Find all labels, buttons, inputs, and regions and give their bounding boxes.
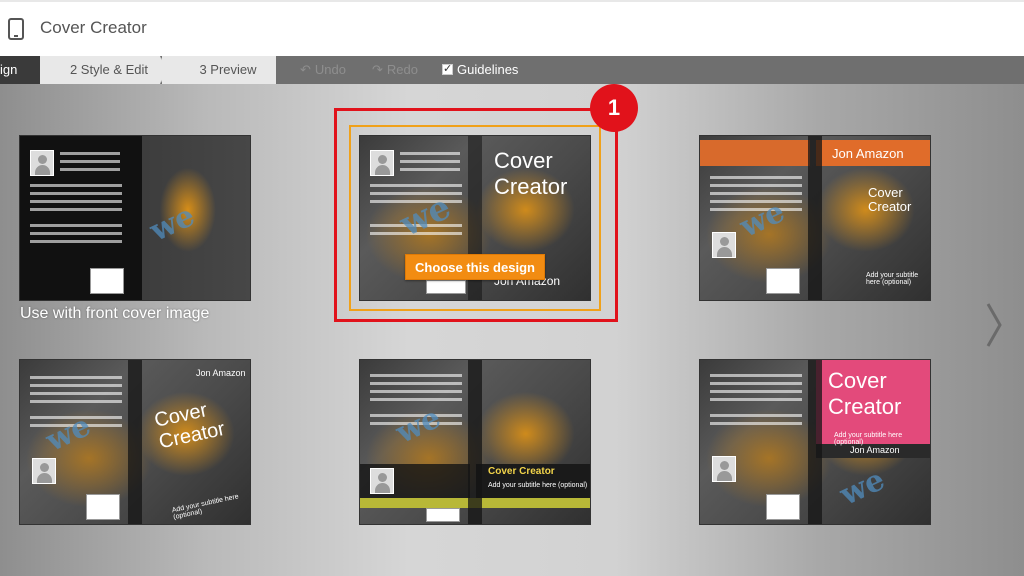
app-header: Cover Creator <box>0 0 1024 56</box>
text-line <box>710 184 802 187</box>
app-title: Cover Creator <box>40 18 147 37</box>
redo-button[interactable]: ↷ Redo <box>372 62 418 78</box>
cover-subtitle: Add your subtitle here (optional) <box>866 272 919 286</box>
text-line <box>710 422 802 425</box>
author-photo <box>30 150 54 176</box>
undo-label: Undo <box>314 62 346 77</box>
book-spine <box>468 360 482 524</box>
author-photo <box>712 232 736 258</box>
author-photo <box>712 456 736 482</box>
cover-title: Cover Creator <box>488 466 555 477</box>
design-thumbnail-3[interactable]: Jon Amazon we Cover Creator Add your sub… <box>699 135 931 301</box>
cover-author: Jon Amazon <box>832 146 904 161</box>
text-line <box>30 208 122 211</box>
book-spine <box>808 360 822 524</box>
cover-title: Cover Creator <box>152 399 227 454</box>
undo-icon: ↶ <box>300 62 311 77</box>
cover-subtitle: Add your subtitle here (optional) <box>171 493 240 522</box>
author-photo <box>370 468 394 494</box>
redo-icon: ↷ <box>372 62 383 77</box>
book-spine <box>128 360 142 524</box>
barcode-box <box>766 268 800 294</box>
barcode-box <box>86 494 120 520</box>
text-line <box>710 414 802 417</box>
text-line <box>30 376 122 379</box>
cover-subtitle: Add your subtitle here (optional) <box>834 432 903 446</box>
text-line <box>60 152 120 155</box>
undo-button[interactable]: ↶ Undo <box>300 62 346 78</box>
text-line <box>370 374 462 377</box>
guidelines-toggle[interactable]: Guidelines <box>442 62 518 77</box>
text-line <box>60 168 120 171</box>
cover-author: Jon Amazon <box>196 368 246 378</box>
text-line <box>30 240 122 243</box>
cover-artwork: we <box>144 198 201 249</box>
step-callout-badge: 1 <box>590 84 638 132</box>
text-line <box>30 400 122 403</box>
cover-title: Cover Creator <box>868 185 912 214</box>
text-line <box>30 192 122 195</box>
design-thumbnail-5[interactable]: we Cover Creator Add your subtitle here … <box>359 359 591 525</box>
design-thumbnail-6[interactable]: we Cover Creator Add your subtitle here … <box>699 359 931 525</box>
text-line <box>710 374 802 377</box>
tablet-icon <box>8 18 24 40</box>
text-line <box>370 390 462 393</box>
cover-author: Jon Amazon <box>850 445 900 455</box>
book-spine <box>128 136 142 300</box>
design-thumbnail-1[interactable]: we <box>19 135 251 301</box>
step-design-tab[interactable]: ign <box>0 56 40 84</box>
cover-title: Cover Creator <box>828 368 902 419</box>
text-line <box>30 392 122 395</box>
redo-label: Redo <box>386 62 418 77</box>
wizard-toolbar: ign 2 Style & Edit 3 Preview ↶ Undo ↷ Redo… <box>0 56 1024 84</box>
text-line <box>710 382 802 385</box>
design-thumbnail-4[interactable]: we Jon Amazon Cover Creator Add your sub… <box>19 359 251 525</box>
text-line <box>710 176 802 179</box>
text-line <box>30 200 122 203</box>
design-gallery: we Use with front cover image we Cover C… <box>0 84 1024 576</box>
text-line <box>710 398 802 401</box>
cover-artwork: we <box>834 462 891 513</box>
text-line <box>710 192 802 195</box>
step-style-edit-tab[interactable]: 2 Style & Edit <box>40 56 160 84</box>
barcode-box <box>426 508 460 522</box>
chevron-right-icon[interactable] <box>984 300 1004 350</box>
text-line <box>370 382 462 385</box>
text-line <box>710 390 802 393</box>
text-line <box>60 160 120 163</box>
barcode-box <box>90 268 124 294</box>
cover-artwork: we <box>390 400 447 451</box>
step-preview-tab[interactable]: 3 Preview <box>162 56 276 84</box>
text-line <box>30 184 122 187</box>
text-line <box>30 384 122 387</box>
selection-highlight <box>334 108 618 322</box>
guidelines-checkbox[interactable] <box>442 62 453 75</box>
book-spine <box>808 136 822 300</box>
author-photo <box>32 458 56 484</box>
design-caption: Use with front cover image <box>20 305 210 322</box>
text-line <box>30 224 122 227</box>
choose-design-button[interactable]: Choose this design <box>405 254 545 280</box>
guidelines-label: Guidelines <box>457 62 519 77</box>
color-band <box>700 140 810 166</box>
cover-subtitle: Add your subtitle here (optional) <box>488 482 588 489</box>
text-line <box>370 398 462 401</box>
text-line <box>30 232 122 235</box>
barcode-box <box>766 494 800 520</box>
